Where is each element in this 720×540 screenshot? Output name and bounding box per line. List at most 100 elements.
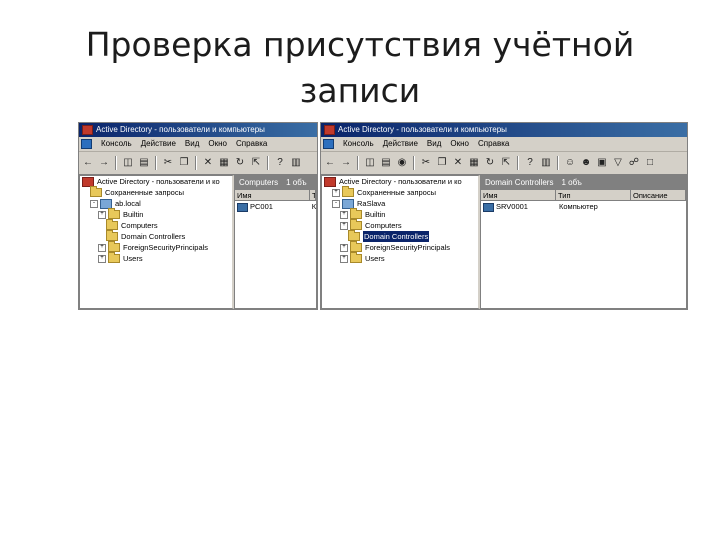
folder-icon [342,186,354,197]
right-console-tree: Active Directory - пользователи и ко + С… [321,175,480,309]
expand-icon[interactable]: + [340,254,348,263]
copy-icon[interactable]: ❐ [435,156,449,170]
menu-view[interactable]: Вид [427,137,441,151]
expand-icon[interactable]: + [98,243,106,252]
tree-domain[interactable]: - ab.local [80,198,232,209]
properties-icon[interactable]: ▤ [379,156,393,170]
delete-icon[interactable]: ✕ [451,156,465,170]
tree-item-domain-controllers[interactable]: Domain Controllers [322,230,478,242]
folder-icon [350,208,362,219]
column-type[interactable]: Тип [556,190,631,201]
computer-icon [483,202,494,212]
export-icon[interactable]: ⇱ [499,156,513,170]
tree-root-label: Active Directory - пользователи и ко [97,177,220,186]
menu-console[interactable]: Консоль [101,137,132,151]
column-type[interactable]: Т [310,190,316,201]
find-objects-icon[interactable]: ☍ [627,156,641,170]
menu-action[interactable]: Действие [383,137,418,151]
cut-icon[interactable]: ✂ [161,156,175,170]
refresh-icon[interactable]: ↻ [233,156,247,170]
collapse-icon[interactable]: - [90,199,98,208]
tree-item-users[interactable]: + Users [322,252,478,264]
help-icon[interactable]: ? [273,156,287,170]
refresh-icon[interactable]: ↻ [483,156,497,170]
console-tree-icon[interactable]: ▥ [289,156,303,170]
back-arrow-icon[interactable]: ← [323,156,337,170]
expand-icon[interactable]: + [98,254,106,263]
menu-help[interactable]: Справка [478,137,509,151]
menu-view[interactable]: Вид [185,137,199,151]
back-arrow-icon[interactable]: ← [81,156,95,170]
group-icon[interactable]: ☻ [579,156,593,170]
up-folder-icon[interactable]: ◫ [121,156,135,170]
left-window-titlebar[interactable]: Active Directory - пользователи и компью… [79,123,317,137]
find-icon[interactable]: ◉ [395,156,409,170]
tree-item-builtin[interactable]: + Builtin [322,208,478,220]
tree-root[interactable]: Active Directory - пользователи и ко [80,176,232,187]
expand-icon[interactable]: + [98,210,106,219]
tree-label: Builtin [123,210,144,219]
properties-sheet-icon[interactable]: ▦ [217,156,231,170]
tree-item-users[interactable]: + Users [80,252,232,264]
list-item[interactable]: PC001 К [235,201,316,212]
menu-console[interactable]: Консоль [343,137,374,151]
expand-icon[interactable]: + [340,221,348,230]
tree-label: Builtin [365,210,386,219]
forward-arrow-icon[interactable]: → [97,156,111,170]
right-window-titlebar[interactable]: Active Directory - пользователи и компью… [321,123,687,137]
console-menu-icon[interactable] [81,139,92,149]
expand-icon[interactable]: + [340,210,348,219]
aduc-app-icon [82,125,93,135]
toolbar-separator [115,156,117,170]
tree-domain[interactable]: - RaSlava [322,198,478,209]
user-icon[interactable]: ☺ [563,156,577,170]
tree-label: RaSlava [357,199,386,208]
column-headers: Имя Т [235,190,316,201]
forward-arrow-icon[interactable]: → [339,156,353,170]
filter-icon[interactable]: ▽ [611,156,625,170]
aduc-root-icon [324,176,336,187]
menu-window[interactable]: Окно [450,137,469,151]
right-menubar: Консоль Действие Вид Окно Справка [321,137,687,152]
properties-icon[interactable]: ▤ [137,156,151,170]
copy-icon[interactable]: ❐ [177,156,191,170]
new-ou-icon[interactable]: ▣ [595,156,609,170]
tree-saved-queries[interactable]: Сохраненные запросы [80,186,232,198]
tree-label: Domain Controllers [121,232,186,241]
column-name[interactable]: Имя [235,190,310,201]
console-menu-icon[interactable] [323,139,334,149]
tree-item-foreign-security-principals[interactable]: + ForeignSecurityPrincipals [322,241,478,253]
details-container-name: Domain Controllers [485,178,554,187]
tree-item-foreign-security-principals[interactable]: + ForeignSecurityPrincipals [80,241,232,253]
export-icon[interactable]: ⇱ [249,156,263,170]
folder-icon [350,241,362,252]
cut-icon[interactable]: ✂ [419,156,433,170]
help-icon[interactable]: ? [523,156,537,170]
up-folder-icon[interactable]: ◫ [363,156,377,170]
details-container-name: Computers [239,178,279,187]
folder-icon [90,186,102,197]
menu-help[interactable]: Справка [236,137,267,151]
column-name[interactable]: Имя [481,190,556,201]
expand-icon[interactable]: + [332,188,340,197]
console-tree-icon[interactable]: ▥ [539,156,553,170]
tree-item-computers[interactable]: + Computers [322,219,478,231]
tree-saved-queries[interactable]: + Сохраненные запросы [322,186,478,198]
toolbar-separator [357,156,359,170]
delete-icon[interactable]: ✕ [201,156,215,170]
expand-icon[interactable]: + [340,243,348,252]
collapse-icon[interactable]: - [332,199,340,208]
properties-sheet-icon[interactable]: ▦ [467,156,481,170]
tree-item-builtin[interactable]: + Builtin [80,208,232,220]
column-description[interactable]: Описание [631,190,686,201]
column-headers: Имя Тип Описание [481,190,686,201]
slide-title-line-2: записи [299,71,421,110]
add-to-group-icon[interactable]: □ [643,156,657,170]
menu-action[interactable]: Действие [141,137,176,151]
list-item[interactable]: SRV0001 Компьютер [481,201,686,212]
tree-item-domain-controllers[interactable]: Domain Controllers [80,230,232,242]
tree-item-computers[interactable]: Computers [80,219,232,231]
computer-name: SRV0001 [496,202,528,211]
aduc-root-icon [82,176,94,187]
menu-window[interactable]: Окно [208,137,227,151]
